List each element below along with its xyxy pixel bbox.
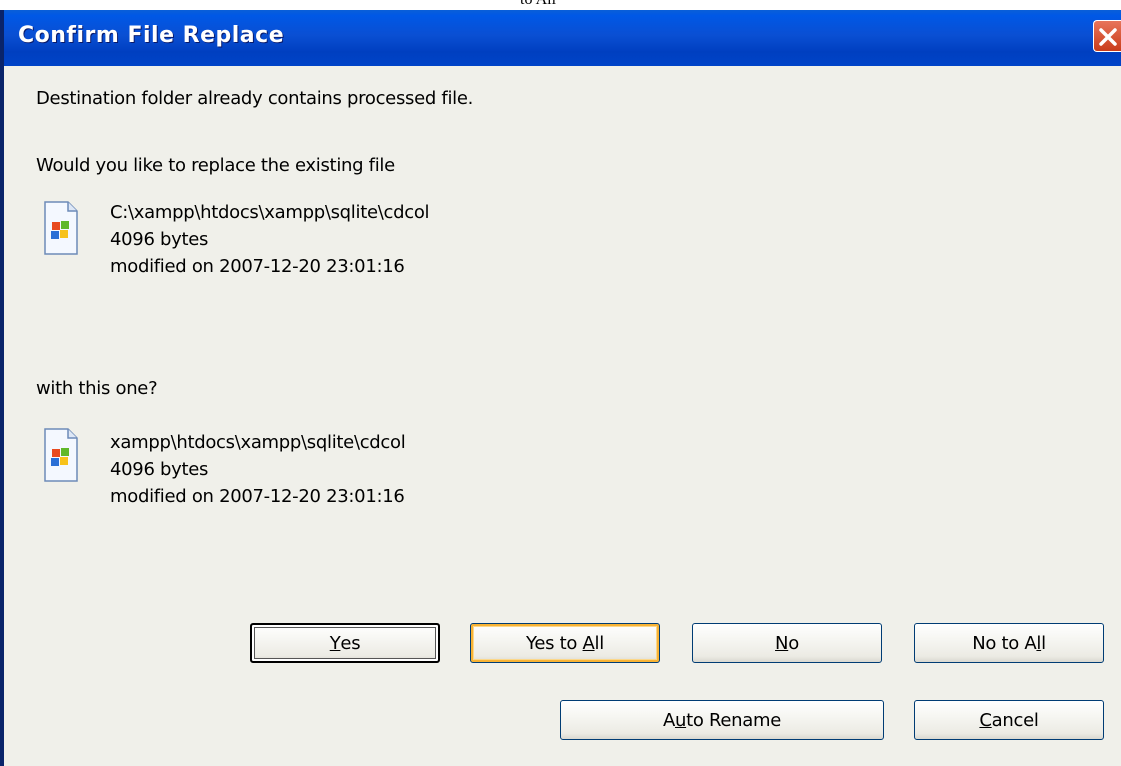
auto-rename-label-pre: A	[662, 709, 675, 731]
windows-file-icon	[44, 428, 78, 482]
no-button-mnemonic: N	[775, 632, 789, 654]
yes-button-label-post: es	[340, 632, 361, 654]
dialog-title: Confirm File Replace	[18, 23, 285, 48]
new-file-path: xampp\htdocs\xampp\sqlite\cdcol	[110, 432, 406, 453]
existing-file-modified: modified on 2007-12-20 23:01:16	[110, 256, 405, 277]
background-window-text: to All	[520, 0, 556, 9]
message-text: Destination folder already contains proc…	[36, 88, 474, 109]
question-text: Would you like to replace the existing f…	[36, 155, 395, 176]
auto-rename-mnemonic: u	[674, 709, 687, 731]
yes-to-all-label-pre: Yes to	[526, 632, 583, 654]
windows-file-icon	[44, 201, 78, 255]
cancel-button-label-post: ancel	[991, 709, 1039, 731]
cancel-button[interactable]: Cancel	[914, 700, 1104, 740]
confirm-file-replace-dialog: Confirm File Replace Destination folder …	[0, 10, 1121, 766]
yes-to-all-button[interactable]: Yes to All	[470, 623, 660, 663]
no-button-label-post: o	[788, 632, 799, 654]
yes-to-all-mnemonic: A	[582, 632, 595, 654]
existing-file-path: C:\xampp\htdocs\xampp\sqlite\cdcol	[110, 202, 430, 223]
no-to-all-button[interactable]: No to All	[914, 623, 1104, 663]
new-file-size: 4096 bytes	[110, 459, 209, 480]
with-this-one-text: with this one?	[36, 378, 158, 399]
background-window-strip: to All	[0, 0, 1121, 10]
yes-button[interactable]: Yes	[250, 623, 440, 663]
existing-file-size: 4096 bytes	[110, 229, 209, 250]
no-to-all-label-post: l	[1041, 632, 1046, 654]
new-file-modified: modified on 2007-12-20 23:01:16	[110, 486, 405, 507]
cancel-button-mnemonic: C	[979, 709, 992, 731]
auto-rename-button[interactable]: Au to Rename	[560, 700, 884, 740]
close-button[interactable]	[1093, 20, 1121, 52]
yes-to-all-label-post: ll	[594, 632, 605, 654]
auto-rename-label-post: to Rename	[686, 709, 782, 731]
close-icon	[1099, 28, 1117, 46]
title-bar[interactable]: Confirm File Replace	[4, 10, 1121, 66]
yes-button-mnemonic: Y	[329, 632, 341, 654]
no-to-all-label-pre: No to A	[972, 632, 1037, 654]
no-button[interactable]: No	[692, 623, 882, 663]
